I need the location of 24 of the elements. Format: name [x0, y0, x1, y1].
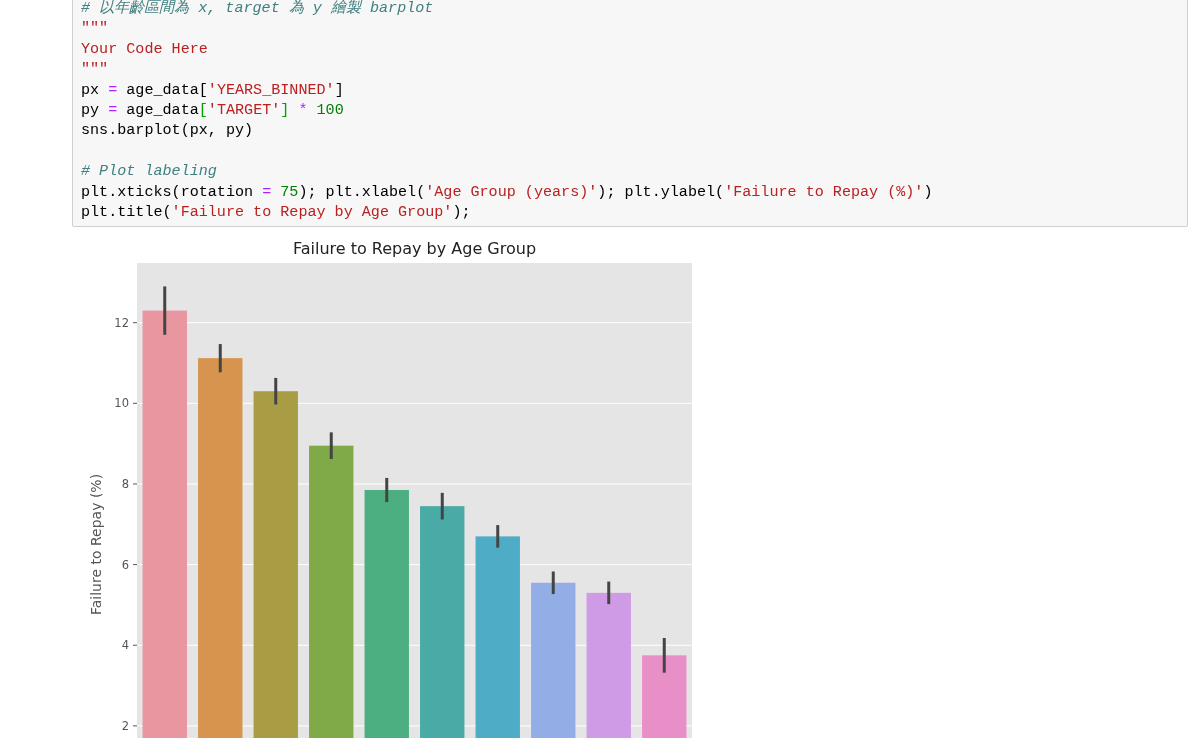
code-line: """ — [81, 18, 110, 39]
tick-label: 6 — [121, 557, 129, 572]
tick-mark — [132, 483, 138, 485]
code-line: Your Code Here — [81, 38, 209, 60]
code-line: plt.title('Failure to Repay by Age Group'); — [81, 201, 472, 223]
tick-mark — [132, 645, 138, 647]
tick-label: 12 — [114, 315, 129, 330]
code-comment: # 以年齡區間為 x, target 為 y 繪製 barplot — [81, 0, 435, 19]
tick-label: 8 — [121, 477, 129, 492]
code-comment: # Plot labeling — [81, 161, 218, 182]
code-line: """ — [81, 59, 110, 80]
code-line: sns.barplot(px, py) — [81, 120, 255, 141]
code-line: px = age_data['YEARS_BINNED'] — [81, 79, 345, 100]
tick-mark — [132, 725, 138, 727]
tick-mark — [132, 322, 138, 324]
tick-mark — [132, 403, 138, 405]
code-line: py = age_data['TARGET'] * 100 — [81, 99, 345, 121]
tick-label: 4 — [121, 638, 129, 653]
axis-title: Failure to Repay (%) — [88, 474, 104, 616]
tick-label: 10 — [114, 396, 129, 411]
chart-title: Failure to Repay by Age Group — [292, 239, 537, 259]
tick-label: 2 — [121, 719, 129, 734]
code-line: plt.xticks(rotation = 75); plt.xlabel('Age Group (years)'); plt.ylabel('Failure to Repay (%)') — [81, 181, 934, 202]
tick-mark — [132, 564, 138, 566]
